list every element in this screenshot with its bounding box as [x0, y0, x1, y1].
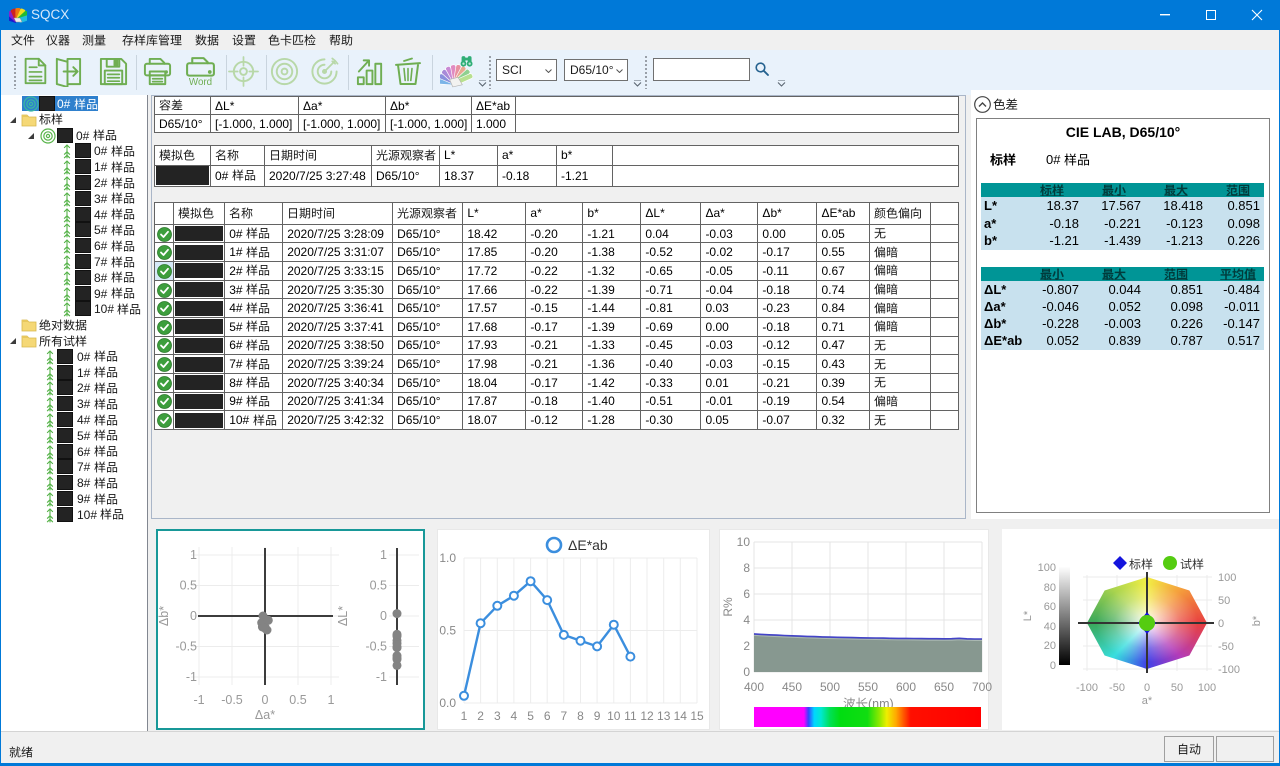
svg-text:10: 10 — [737, 535, 751, 549]
svg-text:0.5: 0.5 — [289, 693, 306, 707]
svg-text:3: 3 — [494, 709, 501, 723]
svg-text:0.0: 0.0 — [439, 696, 456, 710]
svg-text:5: 5 — [527, 709, 534, 723]
svg-text:50: 50 — [1171, 682, 1183, 694]
svg-text:0: 0 — [743, 665, 750, 679]
svg-text:12: 12 — [640, 709, 654, 723]
svg-text:0.5: 0.5 — [439, 624, 456, 638]
svg-text:-50: -50 — [1109, 682, 1125, 694]
svg-text:100: 100 — [1198, 682, 1216, 694]
svg-text:13: 13 — [657, 709, 671, 723]
svg-text:700: 700 — [972, 680, 992, 694]
svg-text:2: 2 — [743, 639, 750, 653]
svg-text:R%: R% — [721, 597, 735, 617]
svg-text:15: 15 — [690, 709, 704, 723]
svg-text:400: 400 — [744, 680, 764, 694]
svg-text:100: 100 — [1218, 572, 1236, 584]
svg-text:7: 7 — [560, 709, 567, 723]
svg-text:100: 100 — [1038, 562, 1056, 574]
svg-text:Δb*: Δb* — [157, 606, 171, 626]
svg-text:L*: L* — [1022, 610, 1034, 621]
svg-text:0: 0 — [262, 693, 269, 707]
svg-text:0: 0 — [380, 609, 387, 623]
svg-text:0: 0 — [190, 609, 197, 623]
svg-text:60: 60 — [1044, 601, 1056, 613]
svg-text:-1: -1 — [376, 670, 387, 684]
svg-text:-1: -1 — [186, 670, 197, 684]
svg-text:0: 0 — [1144, 682, 1150, 694]
svg-text:-100: -100 — [1218, 664, 1240, 676]
svg-text:650: 650 — [934, 680, 954, 694]
svg-text:1: 1 — [328, 693, 335, 707]
svg-text:-0.5: -0.5 — [365, 640, 387, 654]
svg-text:4: 4 — [743, 613, 750, 627]
svg-text:a*: a* — [1142, 695, 1153, 707]
svg-text:80: 80 — [1044, 582, 1056, 594]
svg-text:1: 1 — [461, 709, 468, 723]
svg-text:Δa*: Δa* — [255, 708, 275, 722]
svg-text:8: 8 — [743, 561, 750, 575]
svg-text:1: 1 — [380, 548, 387, 562]
svg-text:550: 550 — [858, 680, 878, 694]
svg-text:-0.5: -0.5 — [221, 693, 243, 707]
svg-text:6: 6 — [544, 709, 551, 723]
svg-text:1.0: 1.0 — [439, 551, 456, 565]
svg-text:2: 2 — [477, 709, 484, 723]
svg-text:600: 600 — [896, 680, 916, 694]
svg-text:b*: b* — [1251, 615, 1263, 626]
svg-text:20: 20 — [1044, 640, 1056, 652]
svg-text:9: 9 — [594, 709, 601, 723]
svg-text:1: 1 — [190, 548, 197, 562]
svg-text:0: 0 — [1050, 660, 1056, 672]
svg-text:-0.5: -0.5 — [175, 640, 197, 654]
svg-text:50: 50 — [1218, 595, 1230, 607]
svg-text:-1: -1 — [193, 693, 204, 707]
svg-text:14: 14 — [674, 709, 688, 723]
svg-text:0.5: 0.5 — [370, 579, 387, 593]
svg-text:0.5: 0.5 — [180, 579, 197, 593]
svg-text:450: 450 — [782, 680, 802, 694]
svg-text:0: 0 — [1218, 618, 1224, 630]
svg-text:8: 8 — [577, 709, 584, 723]
svg-text:4: 4 — [511, 709, 518, 723]
svg-text:11: 11 — [624, 709, 637, 723]
svg-text:40: 40 — [1044, 621, 1056, 633]
svg-text:500: 500 — [820, 680, 840, 694]
svg-text:ΔE*ab: ΔE*ab — [568, 537, 608, 553]
svg-text:6: 6 — [743, 587, 750, 601]
svg-text:-100: -100 — [1076, 682, 1098, 694]
svg-text:-50: -50 — [1218, 641, 1234, 653]
svg-text:ΔL*: ΔL* — [336, 606, 350, 626]
svg-text:Word: Word — [189, 77, 212, 88]
svg-text:10: 10 — [607, 709, 621, 723]
